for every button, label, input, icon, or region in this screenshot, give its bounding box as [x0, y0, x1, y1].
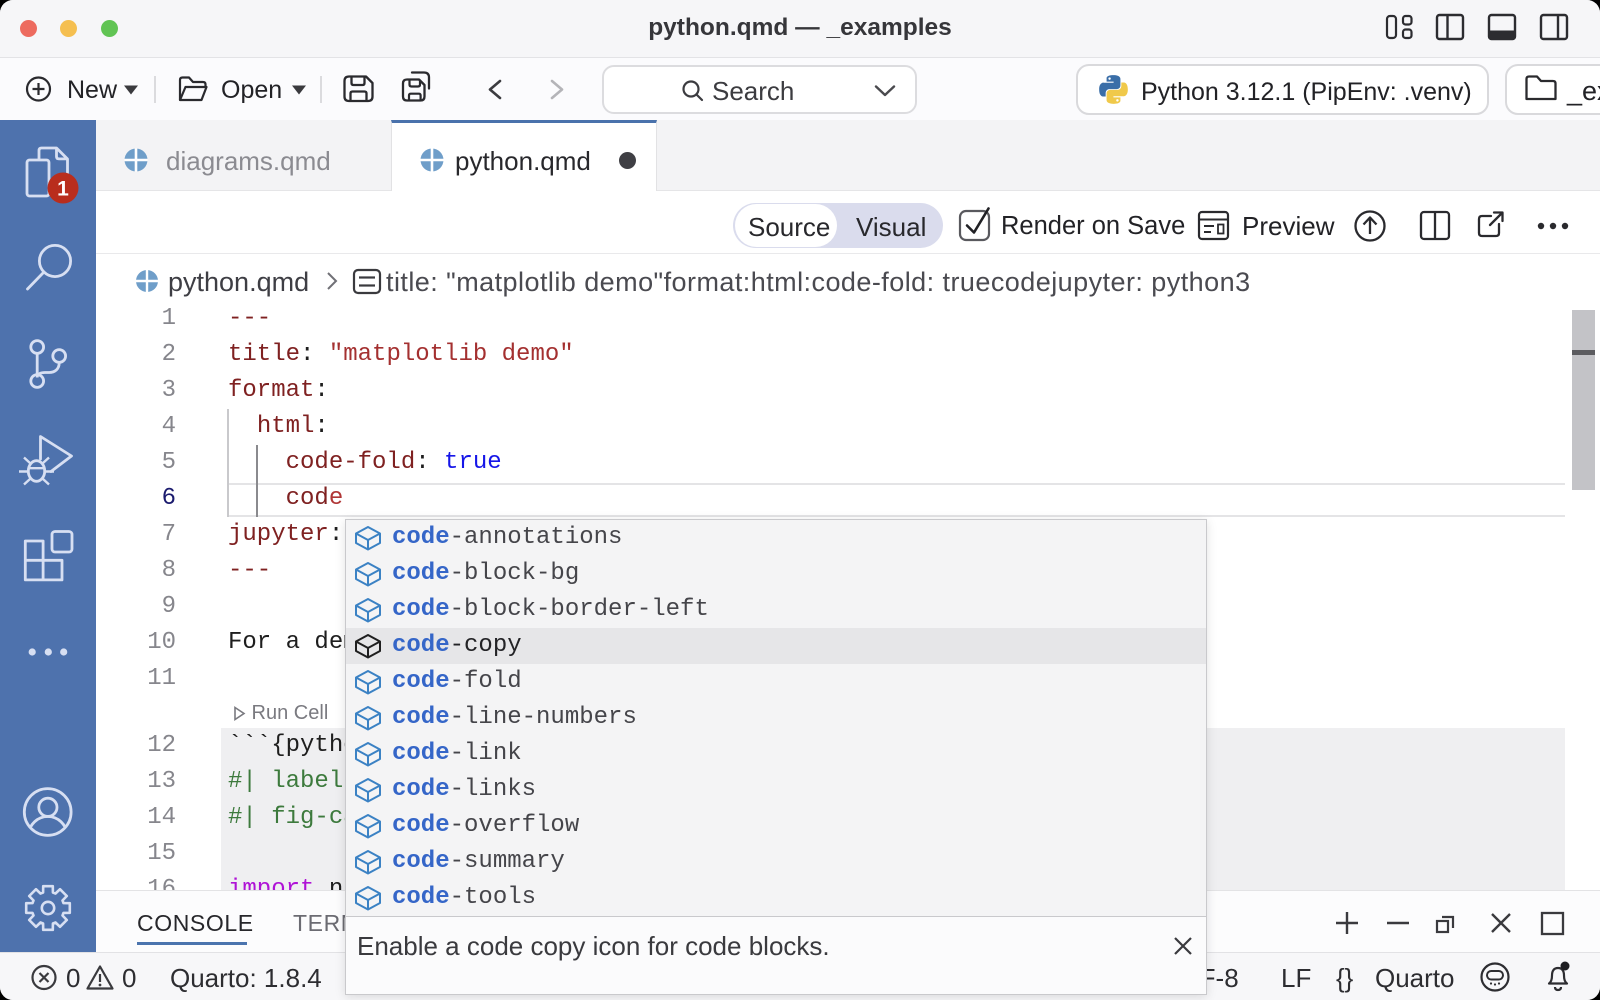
svg-text:0: 0: [66, 963, 80, 993]
svg-text:{}: {}: [1336, 963, 1354, 993]
svg-text:New: New: [67, 76, 118, 104]
svg-text:0: 0: [122, 963, 136, 993]
svg-text:Preview: Preview: [1242, 211, 1335, 241]
svg-text:Open: Open: [221, 76, 282, 104]
svg-text:1: 1: [57, 178, 69, 201]
svg-text:Render on Save: Render on Save: [1001, 212, 1185, 240]
svg-text:LF: LF: [1281, 963, 1311, 993]
svg-text:Quarto: 1.8.4: Quarto: 1.8.4: [170, 963, 322, 993]
svg-text:Quarto: Quarto: [1375, 963, 1455, 993]
